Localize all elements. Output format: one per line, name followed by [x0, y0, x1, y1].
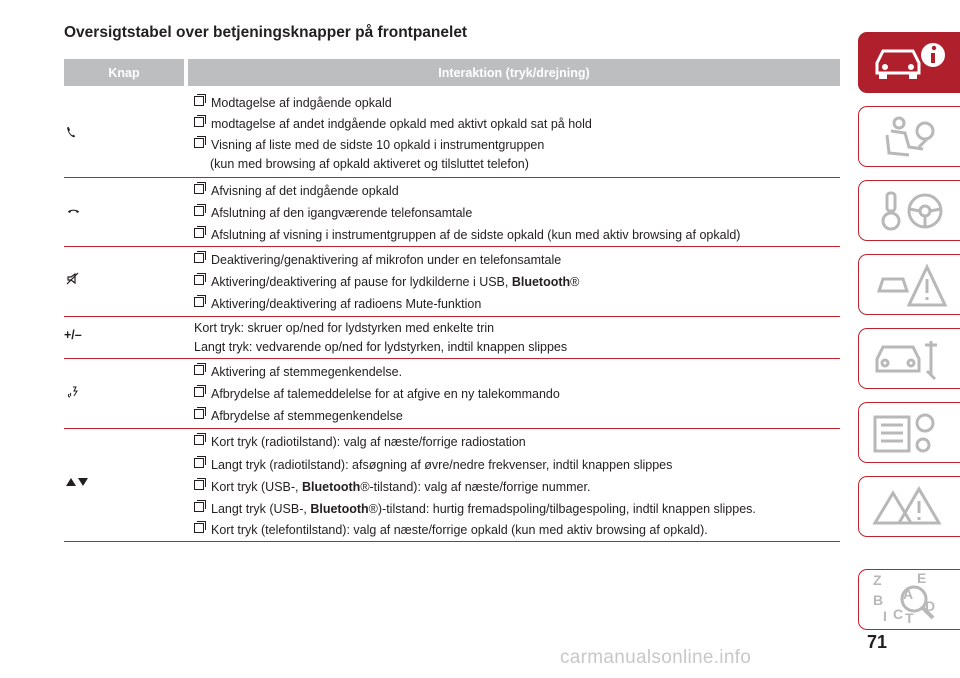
table-header: Knap Interaktion (tryk/drejning) — [64, 59, 840, 86]
tab-airbag-safety[interactable] — [858, 106, 960, 167]
list-item: Afvisning af det indgående opkald — [211, 184, 399, 198]
list-item: Aktivering af stemmegenkendelse. — [211, 365, 403, 379]
list-item: Afbrydelse af stemmegenkendelse — [211, 409, 403, 423]
list-item: Afslutning af visning i instrumentgruppe… — [211, 228, 741, 242]
list-item: Afslutning af den igangværende telefonsa… — [211, 206, 473, 220]
column-header-knap: Knap — [64, 59, 184, 86]
table-row: Modtagelse af indgående opkald modtagels… — [64, 87, 840, 178]
index-letter: C — [893, 606, 904, 622]
list-item: Aktivering/deaktivering af pause for lyd… — [211, 275, 512, 289]
tab-key-steering[interactable] — [858, 180, 960, 241]
tab-multimedia-warning[interactable] — [858, 476, 960, 537]
list-item: Visning af liste med de sidste 10 opkald… — [211, 138, 545, 152]
index-letter: B — [873, 592, 884, 608]
list-item: Kort tryk: skruer op/ned for lydstyrken … — [194, 321, 495, 335]
voice-command-icon — [67, 385, 79, 399]
tab-maintenance[interactable] — [858, 328, 960, 389]
list-item: Langt tryk: vedvarende op/ned for lydsty… — [194, 340, 568, 354]
list-item: Langt tryk (USB-, — [211, 502, 311, 516]
tab-specifications[interactable] — [858, 402, 960, 463]
index-letter: I — [883, 608, 887, 624]
bluetooth-brand: Bluetooth — [310, 502, 369, 516]
tab-accident-warning[interactable] — [858, 254, 960, 315]
tab-alphabetical-index[interactable]: Z E B C A I T D — [858, 569, 960, 630]
list-item: Aktivering/deaktivering af radioens Mute… — [211, 297, 482, 311]
table-row: Afvisning af det indgående opkald Afslut… — [64, 178, 840, 247]
page-title: Oversigtstabel over betjeningsknapper på… — [64, 24, 468, 41]
index-letter: Z — [873, 572, 882, 588]
list-item: Afbrydelse af talemeddelelse for at afgi… — [211, 387, 560, 401]
table-row: +/– Kort tryk: skruer op/ned for lydstyr… — [64, 317, 840, 359]
tab-car-info[interactable] — [858, 32, 960, 93]
up-down-arrows-icon — [66, 477, 88, 487]
index-letter: T — [905, 610, 914, 626]
mute-icon — [66, 272, 79, 285]
list-item: Kort tryk (USB-, — [211, 480, 302, 494]
phone-answer-icon — [66, 126, 76, 138]
list-item: Deaktivering/genaktivering af mikrofon u… — [211, 253, 562, 267]
index-letter: E — [917, 570, 927, 586]
table-row: Kort tryk (radiotilstand): valg af næste… — [64, 429, 840, 542]
list-item: Langt tryk (radiotilstand): afsøgning af… — [211, 458, 673, 472]
list-item: modtagelse af andet indgående opkald med… — [211, 117, 592, 131]
index-letter: A — [903, 586, 914, 602]
bluetooth-brand: Bluetooth — [511, 275, 571, 289]
page-number: 71 — [867, 632, 888, 652]
column-header-interaktion: Interaktion (tryk/drejning) — [188, 59, 840, 86]
bluetooth-brand: Bluetooth — [301, 480, 361, 494]
table-row: Aktivering af stemmegenkendelse. Afbryde… — [64, 359, 840, 429]
watermark: carmanualsonline.info — [560, 647, 752, 668]
table-row: Deaktivering/genaktivering af mikrofon u… — [64, 247, 840, 317]
list-item-note: (kun med browsing af opkald aktiveret og… — [210, 157, 529, 171]
list-item: Kort tryk (radiotilstand): valg af næste… — [211, 435, 526, 449]
phone-hangup-icon — [67, 207, 80, 214]
list-item: Modtagelse af indgående opkald — [211, 96, 392, 110]
volume-plus-minus-label: +/– — [64, 328, 82, 342]
index-letter: D — [925, 598, 936, 614]
list-item: Kort tryk (telefontilstand): valg af næs… — [211, 523, 708, 537]
